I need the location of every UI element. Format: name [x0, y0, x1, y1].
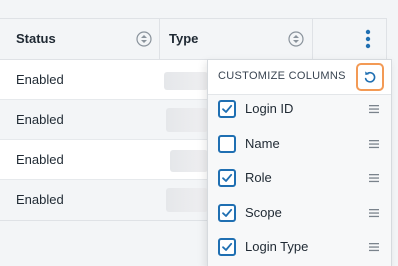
column-header-type[interactable]: Type — [169, 19, 289, 59]
menu-header: CUSTOMIZE COLUMNS — [208, 60, 391, 95]
sort-up-down-icon[interactable] — [288, 31, 304, 47]
checkmark-icon — [222, 104, 233, 113]
type-cell-placeholder — [166, 188, 208, 212]
column-option-label: Role — [245, 170, 272, 185]
column-option-label: Login Type — [245, 239, 309, 254]
column-checkbox[interactable] — [218, 135, 236, 153]
column-checkbox[interactable] — [218, 100, 236, 118]
column-option-label: Login ID — [245, 101, 294, 116]
screen: Status Type Enabled Enabled Enabled Enab… — [0, 0, 398, 266]
checkmark-icon — [222, 208, 233, 217]
column-divider — [312, 19, 313, 59]
reset-icon — [364, 71, 376, 83]
type-cell-placeholder — [170, 150, 208, 172]
reset-columns-button[interactable] — [356, 63, 384, 91]
sort-up-down-icon[interactable] — [136, 31, 152, 47]
column-option-login-type[interactable]: Login Type — [208, 230, 391, 264]
column-header-type-label: Type — [169, 31, 199, 46]
column-option-scope[interactable]: Scope — [208, 196, 391, 230]
column-checkbox[interactable] — [218, 238, 236, 256]
column-header-status-label: Status — [16, 31, 56, 46]
type-cell-placeholder — [164, 72, 208, 90]
column-option-role[interactable]: Role — [208, 161, 391, 195]
kebab-vertical-icon[interactable] — [358, 28, 378, 50]
type-cell-placeholder — [166, 108, 208, 132]
table-header: Status Type — [0, 19, 386, 60]
status-cell: Enabled — [16, 152, 64, 167]
column-option-label: Name — [245, 136, 280, 151]
column-option-name[interactable]: Name — [208, 127, 391, 161]
status-cell: Enabled — [16, 72, 64, 87]
column-header-status[interactable]: Status — [16, 19, 156, 59]
column-option-label: Scope — [245, 205, 282, 220]
checkmark-icon — [222, 173, 233, 182]
status-cell: Enabled — [16, 192, 64, 207]
drag-handle-icon[interactable] — [369, 208, 379, 218]
column-option-login-id[interactable]: Login ID — [208, 92, 391, 126]
drag-handle-icon[interactable] — [369, 173, 379, 183]
column-divider — [159, 19, 160, 59]
drag-handle-icon[interactable] — [369, 104, 379, 114]
column-checkbox[interactable] — [218, 169, 236, 187]
drag-handle-icon[interactable] — [369, 242, 379, 252]
checkmark-icon — [222, 242, 233, 251]
column-checkbox[interactable] — [218, 204, 236, 222]
drag-handle-icon[interactable] — [369, 139, 379, 149]
status-cell: Enabled — [16, 112, 64, 127]
menu-title: CUSTOMIZE COLUMNS — [218, 70, 346, 82]
customize-columns-menu: CUSTOMIZE COLUMNS Login ID Name Role Sco… — [207, 59, 392, 266]
